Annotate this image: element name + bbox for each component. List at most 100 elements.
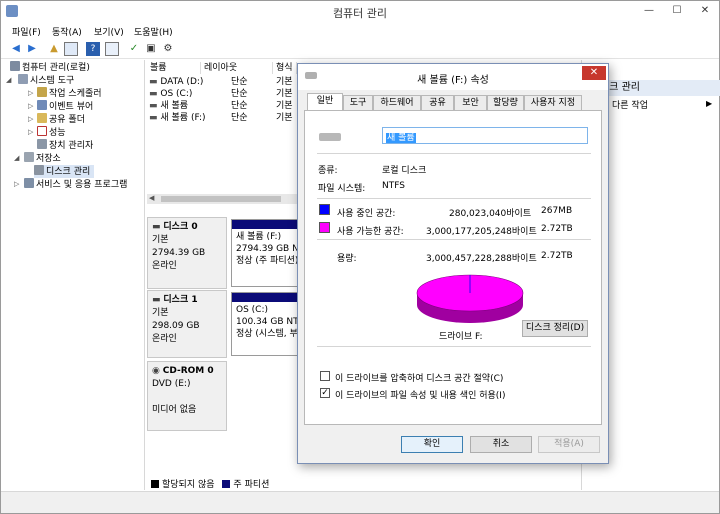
- close-button[interactable]: ✕: [691, 1, 719, 21]
- cdrom-0-label[interactable]: ◉ CD-ROM 0 DVD (E:) 미디어 없음: [147, 361, 227, 431]
- collapse-arrow-icon[interactable]: ◢: [6, 76, 11, 84]
- disk-map: ▬ 디스크 0 기본 2794.39 GB 온라인 새 볼륨 (F:) 2794…: [147, 211, 301, 481]
- divider: [317, 239, 591, 240]
- disk-1-label[interactable]: ▬ 디스크 1 기본 298.09 GB 온라인: [147, 290, 227, 358]
- services-icon: [24, 178, 34, 188]
- tree-item-services[interactable]: 서비스 및 응용 프로그램: [24, 178, 127, 191]
- minimize-button[interactable]: —: [635, 1, 663, 21]
- compress-checkbox[interactable]: [320, 371, 330, 381]
- actions-more[interactable]: 다른 작업: [612, 98, 648, 111]
- cancel-button[interactable]: 취소: [470, 436, 532, 453]
- column-header-type[interactable]: 형식: [273, 62, 297, 74]
- general-tab-panel: 새 볼륨 종류: 로컬 디스크 파일 시스템: NTFS 사용 중인 공간: 2…: [304, 110, 602, 425]
- performance-icon: [37, 126, 47, 136]
- volume-name: 새 볼륨 (F:): [236, 232, 282, 242]
- volume-status: 정상 (시스템, 부: [236, 329, 298, 339]
- volume-type: 기본: [276, 113, 293, 123]
- submenu-arrow-icon: ▶: [706, 99, 713, 108]
- tree-item-device-manager[interactable]: 장치 관리자: [37, 139, 93, 152]
- folder-up-icon[interactable]: ▲: [47, 42, 61, 56]
- menu-file[interactable]: 파일(F): [12, 25, 41, 38]
- tree-item-disk-management[interactable]: 디스크 관리: [34, 165, 95, 178]
- column-header-volume[interactable]: 볼륨: [147, 62, 201, 74]
- dialog-close-button[interactable]: ✕: [582, 66, 606, 80]
- volume-list: 볼륨 레이아웃 형식 ▬ DATA (D:) 단순 기본 ▬ OS (C:) 단…: [147, 60, 297, 210]
- collapse-arrow-icon[interactable]: ◢: [14, 154, 19, 162]
- expand-arrow-icon[interactable]: ▷: [28, 115, 33, 123]
- volume-size: 2794.39 GB NTFS: [236, 244, 300, 254]
- table-row[interactable]: ▬ 새 볼륨 (F:): [149, 112, 206, 124]
- check-icon[interactable]: ✓: [127, 42, 141, 56]
- tab-customize[interactable]: 사용자 지정: [524, 95, 582, 110]
- disk-0-volume[interactable]: 새 볼륨 (F:) 2794.39 GB NTFS 정상 (주 파티션): [231, 219, 301, 287]
- dialog-title-bar: 새 볼륨 (F:) 속성 ✕: [298, 64, 608, 90]
- tree-item-event-viewer[interactable]: 이벤트 뷰어: [37, 100, 93, 113]
- apply-button[interactable]: 적용(A): [538, 436, 600, 453]
- menu-view[interactable]: 보기(V): [94, 25, 124, 38]
- expand-arrow-icon[interactable]: ▷: [28, 102, 33, 110]
- actions-header[interactable]: 스크 관리: [594, 80, 720, 96]
- properties-icon[interactable]: ▣: [144, 42, 158, 56]
- disk-kind: DVD (E:): [152, 379, 191, 389]
- tab-quota[interactable]: 할당량: [487, 95, 524, 110]
- settings-icon[interactable]: ⚙: [161, 42, 175, 56]
- disk-0-label[interactable]: ▬ 디스크 0 기본 2794.39 GB 온라인: [147, 217, 227, 289]
- tab-hardware[interactable]: 하드웨어: [373, 95, 421, 110]
- expand-arrow-icon[interactable]: ▷: [28, 89, 33, 97]
- compress-label[interactable]: 이 드라이브를 압축하여 디스크 공간 절약(C): [335, 371, 503, 384]
- maximize-button[interactable]: ☐: [663, 1, 691, 21]
- tree-item-shared-folders[interactable]: 공유 폴더: [37, 113, 85, 126]
- disk-cleanup-button[interactable]: 디스크 정리(D): [522, 320, 588, 337]
- tree-item-root[interactable]: 컴퓨터 관리(로컬): [10, 61, 90, 74]
- disk-usage-pie: [416, 274, 524, 323]
- expand-arrow-icon[interactable]: ▷: [28, 128, 33, 136]
- disk-icon: [34, 165, 44, 175]
- volume-name-field[interactable]: 새 볼륨: [382, 127, 588, 144]
- tab-sharing[interactable]: 공유: [421, 95, 454, 110]
- volume-name: DATA (D:): [160, 77, 204, 87]
- help-icon[interactable]: ?: [86, 42, 100, 56]
- tree-item-performance[interactable]: 성능: [37, 126, 66, 139]
- divider: [317, 198, 591, 199]
- volume-type: 기본: [276, 101, 293, 111]
- primary-partition-bar: [232, 220, 300, 229]
- volume-type: 기본: [276, 89, 293, 99]
- index-label[interactable]: 이 드라이브의 파일 속성 및 내용 색인 허용(I): [335, 388, 505, 401]
- menu-action[interactable]: 동작(A): [52, 25, 82, 38]
- table-row[interactable]: ▬ OS (C:): [149, 88, 192, 100]
- properties-dialog: 새 볼륨 (F:) 속성 ✕ 일반 도구 하드웨어 공유 보안 할당량 사용자 …: [297, 63, 609, 464]
- tree-label: 시스템 도구: [30, 76, 75, 86]
- ok-button[interactable]: 확인: [401, 436, 463, 453]
- back-arrow-icon[interactable]: ◀: [9, 42, 23, 56]
- table-row[interactable]: ▬ DATA (D:): [149, 76, 203, 88]
- menu-help[interactable]: 도움말(H): [134, 25, 173, 38]
- disk-1-volume[interactable]: OS (C:) 100.34 GB NTFS 정상 (시스템, 부: [231, 292, 301, 356]
- filesystem-value: NTFS: [382, 181, 405, 191]
- volume-name: 새 볼륨: [160, 101, 189, 111]
- legend-primary: 주 파티션: [233, 480, 270, 490]
- table-row[interactable]: ▬ 새 볼륨: [149, 100, 188, 112]
- volume-layout: 단순: [231, 89, 248, 99]
- scroll-left-icon[interactable]: ◀: [149, 194, 154, 202]
- computer-icon: [10, 61, 20, 71]
- type-value: 로컬 디스크: [382, 166, 427, 176]
- capacity-bytes: 3,000,457,228,288바이트: [426, 254, 537, 264]
- tab-general[interactable]: 일반: [307, 93, 343, 111]
- scrollbar-thumb[interactable]: [161, 196, 281, 202]
- tree-item-task-scheduler[interactable]: 작업 스케줄러: [37, 87, 102, 100]
- tree-item-system-tools[interactable]: 시스템 도구: [18, 74, 74, 87]
- column-header-layout[interactable]: 레이아웃: [201, 62, 273, 74]
- legend-unallocated: 할당되지 않음: [162, 480, 215, 490]
- view-pane-icon[interactable]: [105, 42, 119, 56]
- index-checkbox[interactable]: ✓: [320, 388, 330, 398]
- free-space-size: 2.72TB: [541, 224, 573, 234]
- horizontal-scrollbar[interactable]: ◀: [147, 194, 297, 204]
- tree-label: 성능: [49, 128, 66, 138]
- tab-security[interactable]: 보안: [454, 95, 487, 110]
- forward-arrow-icon[interactable]: ▶: [25, 42, 39, 56]
- legend: 할당되지 않음 주 파티션: [147, 477, 447, 491]
- expand-arrow-icon[interactable]: ▷: [14, 180, 19, 188]
- console-tree-icon[interactable]: [64, 42, 78, 56]
- tree-item-storage[interactable]: 저장소: [24, 152, 61, 165]
- tab-tools[interactable]: 도구: [343, 95, 373, 110]
